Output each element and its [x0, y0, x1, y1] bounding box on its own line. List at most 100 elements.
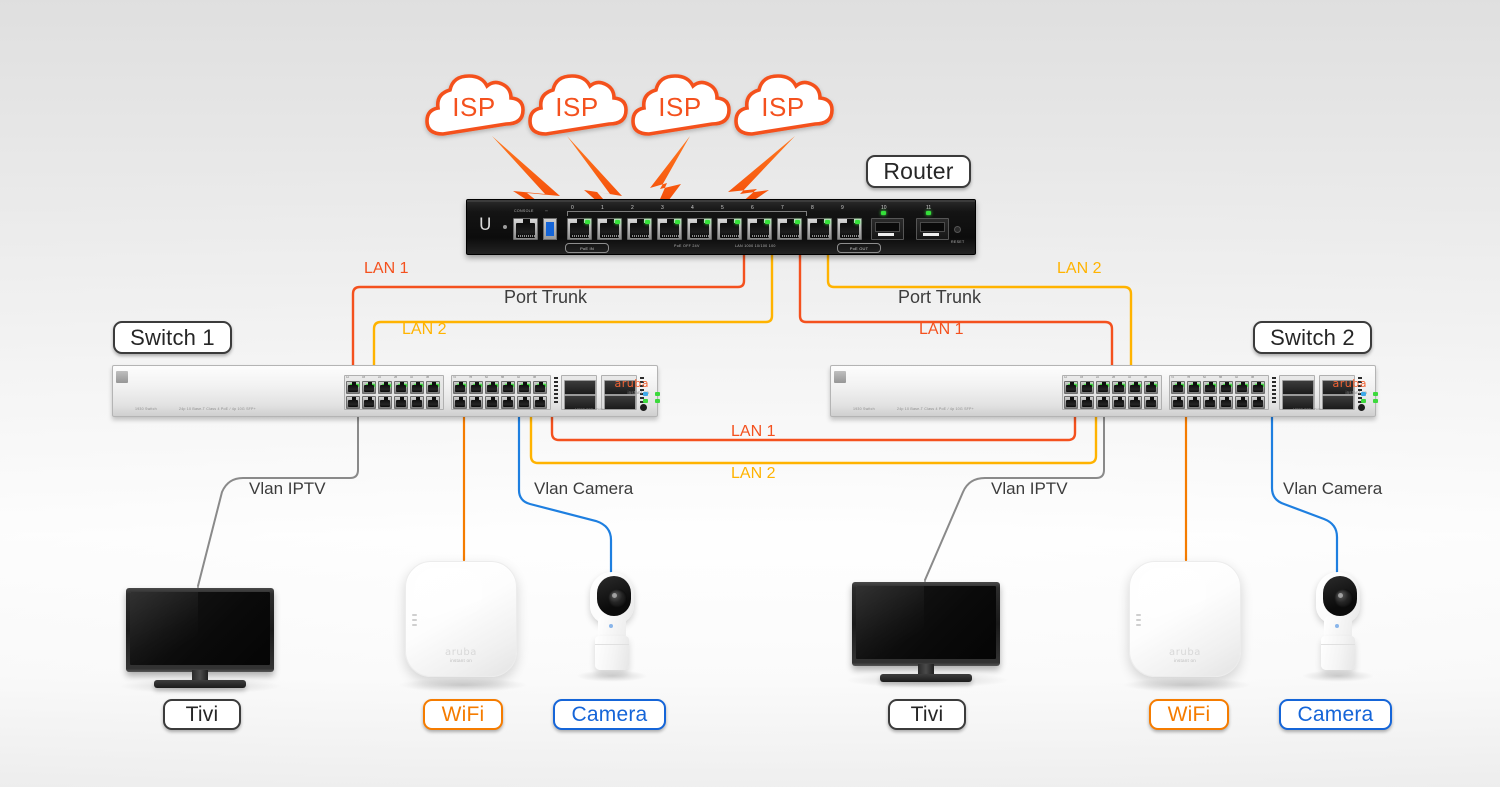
sw2-port-b0-top[interactable]: [1171, 381, 1185, 394]
sw1-port-a0-bot[interactable]: [346, 396, 360, 409]
router-reset-button[interactable]: [954, 226, 961, 233]
sw2-port-b4-bot[interactable]: [1235, 396, 1249, 409]
sw1-port-b3-top[interactable]: [501, 381, 515, 394]
sw2-sfp-b2[interactable]: [1322, 395, 1354, 410]
sw1-pa-label-4: 3A: [410, 375, 413, 379]
sw2-sfp-a1[interactable]: [1282, 380, 1314, 395]
sw1-status-led-2-icon: [655, 399, 660, 403]
sw2-port-b1-top[interactable]: [1187, 381, 1201, 394]
switch-1-model-text: 1930 Switch: [135, 407, 157, 411]
sw2-port-b0-bot[interactable]: [1171, 396, 1185, 409]
label-interswitch-lan1: LAN 1: [731, 423, 776, 440]
switch-2-port-bank-a[interactable]: 1A 1B 2A 2B 3A 3B: [1062, 375, 1162, 410]
sfp-10-slot-icon: [875, 222, 900, 232]
sw1-port-a2-bot[interactable]: [378, 396, 392, 409]
switch-1-sfp-label: 10GbE SFP+ Ports: [575, 407, 604, 411]
sw2-port-b2-top[interactable]: [1203, 381, 1217, 394]
sw2-port-a3-bot[interactable]: [1112, 396, 1126, 409]
switch-2-model-text: 1930 Switch: [853, 407, 875, 411]
switch-2-mode-button[interactable]: [1358, 404, 1365, 411]
router-sfp-port-11[interactable]: [916, 218, 949, 240]
sw1-port-b5-bot[interactable]: [533, 396, 547, 409]
label-router-sw2-lan2: LAN 2: [1057, 260, 1102, 277]
router-port-8-led-icon: [825, 220, 830, 224]
router-wan-bracket: [567, 211, 807, 216]
router-port-9-number: 9: [841, 205, 844, 211]
sw1-sfp-b2[interactable]: [604, 395, 636, 410]
endpoint-badge-camera-right-label: Camera: [1297, 703, 1374, 726]
sw1-port-a2-top[interactable]: [378, 381, 392, 394]
sw2-port-a2-top[interactable]: [1096, 381, 1110, 394]
sw2-port-a0-bot[interactable]: [1064, 396, 1078, 409]
ap-right-brand: aruba instant on: [1130, 647, 1240, 663]
switch-1-vent-dots: [554, 377, 558, 405]
endpoint-camera-left: [586, 572, 638, 674]
sw2-port-b5-top[interactable]: [1251, 381, 1265, 394]
sw1-port-b3-bot[interactable]: [501, 396, 515, 409]
sw2-port-b2-bot[interactable]: [1203, 396, 1217, 409]
sw1-pa-label-0: 1A: [346, 375, 349, 379]
ap-right-shadow: [1122, 678, 1252, 692]
sw1-port-b2-top[interactable]: [485, 381, 499, 394]
sw1-port-b4-bot[interactable]: [517, 396, 531, 409]
sw1-port-b2-bot[interactable]: [485, 396, 499, 409]
router-badge-label: Router: [883, 158, 954, 184]
switch-1-port-bank-a[interactable]: 1A 1B 2A 2B 3A 3B: [344, 375, 444, 410]
port-2-pins-icon: [632, 235, 649, 237]
sw1-pb-label-4: 9A: [517, 375, 520, 379]
switch-1-port-bank-b[interactable]: 7A 7B 8A 8B 9A 9B: [451, 375, 551, 410]
sw1-port-a3-bot[interactable]: [394, 396, 408, 409]
endpoint-camera-right: [1312, 572, 1364, 674]
endpoint-tv-right: [852, 582, 1000, 686]
switch-2-port-bank-b[interactable]: 7A 7B 8A 8B 9A 9B: [1169, 375, 1269, 410]
sw1-port-b1-top[interactable]: [469, 381, 483, 394]
sw2-port-b1-bot[interactable]: [1187, 396, 1201, 409]
router-usb-port[interactable]: [543, 218, 557, 240]
sw2-port-a1-top[interactable]: [1080, 381, 1094, 394]
router-console-port[interactable]: [513, 218, 538, 240]
sw2-port-a5-top[interactable]: [1144, 381, 1158, 394]
sw2-port-a5-bot[interactable]: [1144, 396, 1158, 409]
router-sfp-port-10[interactable]: [871, 218, 904, 240]
sw2-port-a2-bot[interactable]: [1096, 396, 1110, 409]
router-console-label: CONSOLE: [514, 209, 534, 213]
isp-cloud-4: ISP: [733, 70, 833, 138]
switch-1-mode-button[interactable]: [640, 404, 647, 411]
endpoint-badge-wifi-left-label: WiFi: [441, 703, 485, 726]
sw1-sfp-a1[interactable]: [564, 380, 596, 395]
sw1-port-a0-top[interactable]: [346, 381, 360, 394]
sw1-port-b0-top[interactable]: [453, 381, 467, 394]
camera-left-lens-plate: [597, 576, 631, 616]
endpoint-badge-wifi-right-label: WiFi: [1167, 703, 1211, 726]
sw1-port-a1-bot[interactable]: [362, 396, 376, 409]
switch-1-sfp-bank-a[interactable]: [561, 375, 597, 410]
sw1-port-a3-top[interactable]: [394, 381, 408, 394]
ap-left-led-strip-icon: [412, 614, 417, 628]
isp-cloud-4-label: ISP: [761, 91, 805, 122]
sw2-port-b4-top[interactable]: [1235, 381, 1249, 394]
sw2-port-b3-bot[interactable]: [1219, 396, 1233, 409]
sw1-port-a1-top[interactable]: [362, 381, 376, 394]
sw1-port-a5-bot[interactable]: [426, 396, 440, 409]
sw1-port-b0-bot[interactable]: [453, 396, 467, 409]
sw2-port-a0-top[interactable]: [1064, 381, 1078, 394]
sw2-port-a1-bot[interactable]: [1080, 396, 1094, 409]
camera-right-body: [1321, 636, 1355, 670]
sw1-port-a4-bot[interactable]: [410, 396, 424, 409]
label-router-sw1-lan1: LAN 1: [364, 260, 409, 277]
router-port-7-number: 7: [781, 205, 784, 211]
sw1-port-b5-top[interactable]: [533, 381, 547, 394]
sw2-port-a4-top[interactable]: [1128, 381, 1142, 394]
sw1-port-a4-top[interactable]: [410, 381, 424, 394]
camera-left-body: [595, 636, 629, 670]
switch-2-sfp-bank-a[interactable]: [1279, 375, 1315, 410]
sw2-port-b5-bot[interactable]: [1251, 396, 1265, 409]
router-bevel: [467, 200, 975, 202]
sw1-status-led-4-icon: [643, 399, 648, 403]
sw1-port-a5-top[interactable]: [426, 381, 440, 394]
sw1-port-b1-bot[interactable]: [469, 396, 483, 409]
sw2-port-a4-bot[interactable]: [1128, 396, 1142, 409]
sw1-port-b4-top[interactable]: [517, 381, 531, 394]
sw2-port-a3-top[interactable]: [1112, 381, 1126, 394]
sw2-port-b3-top[interactable]: [1219, 381, 1233, 394]
